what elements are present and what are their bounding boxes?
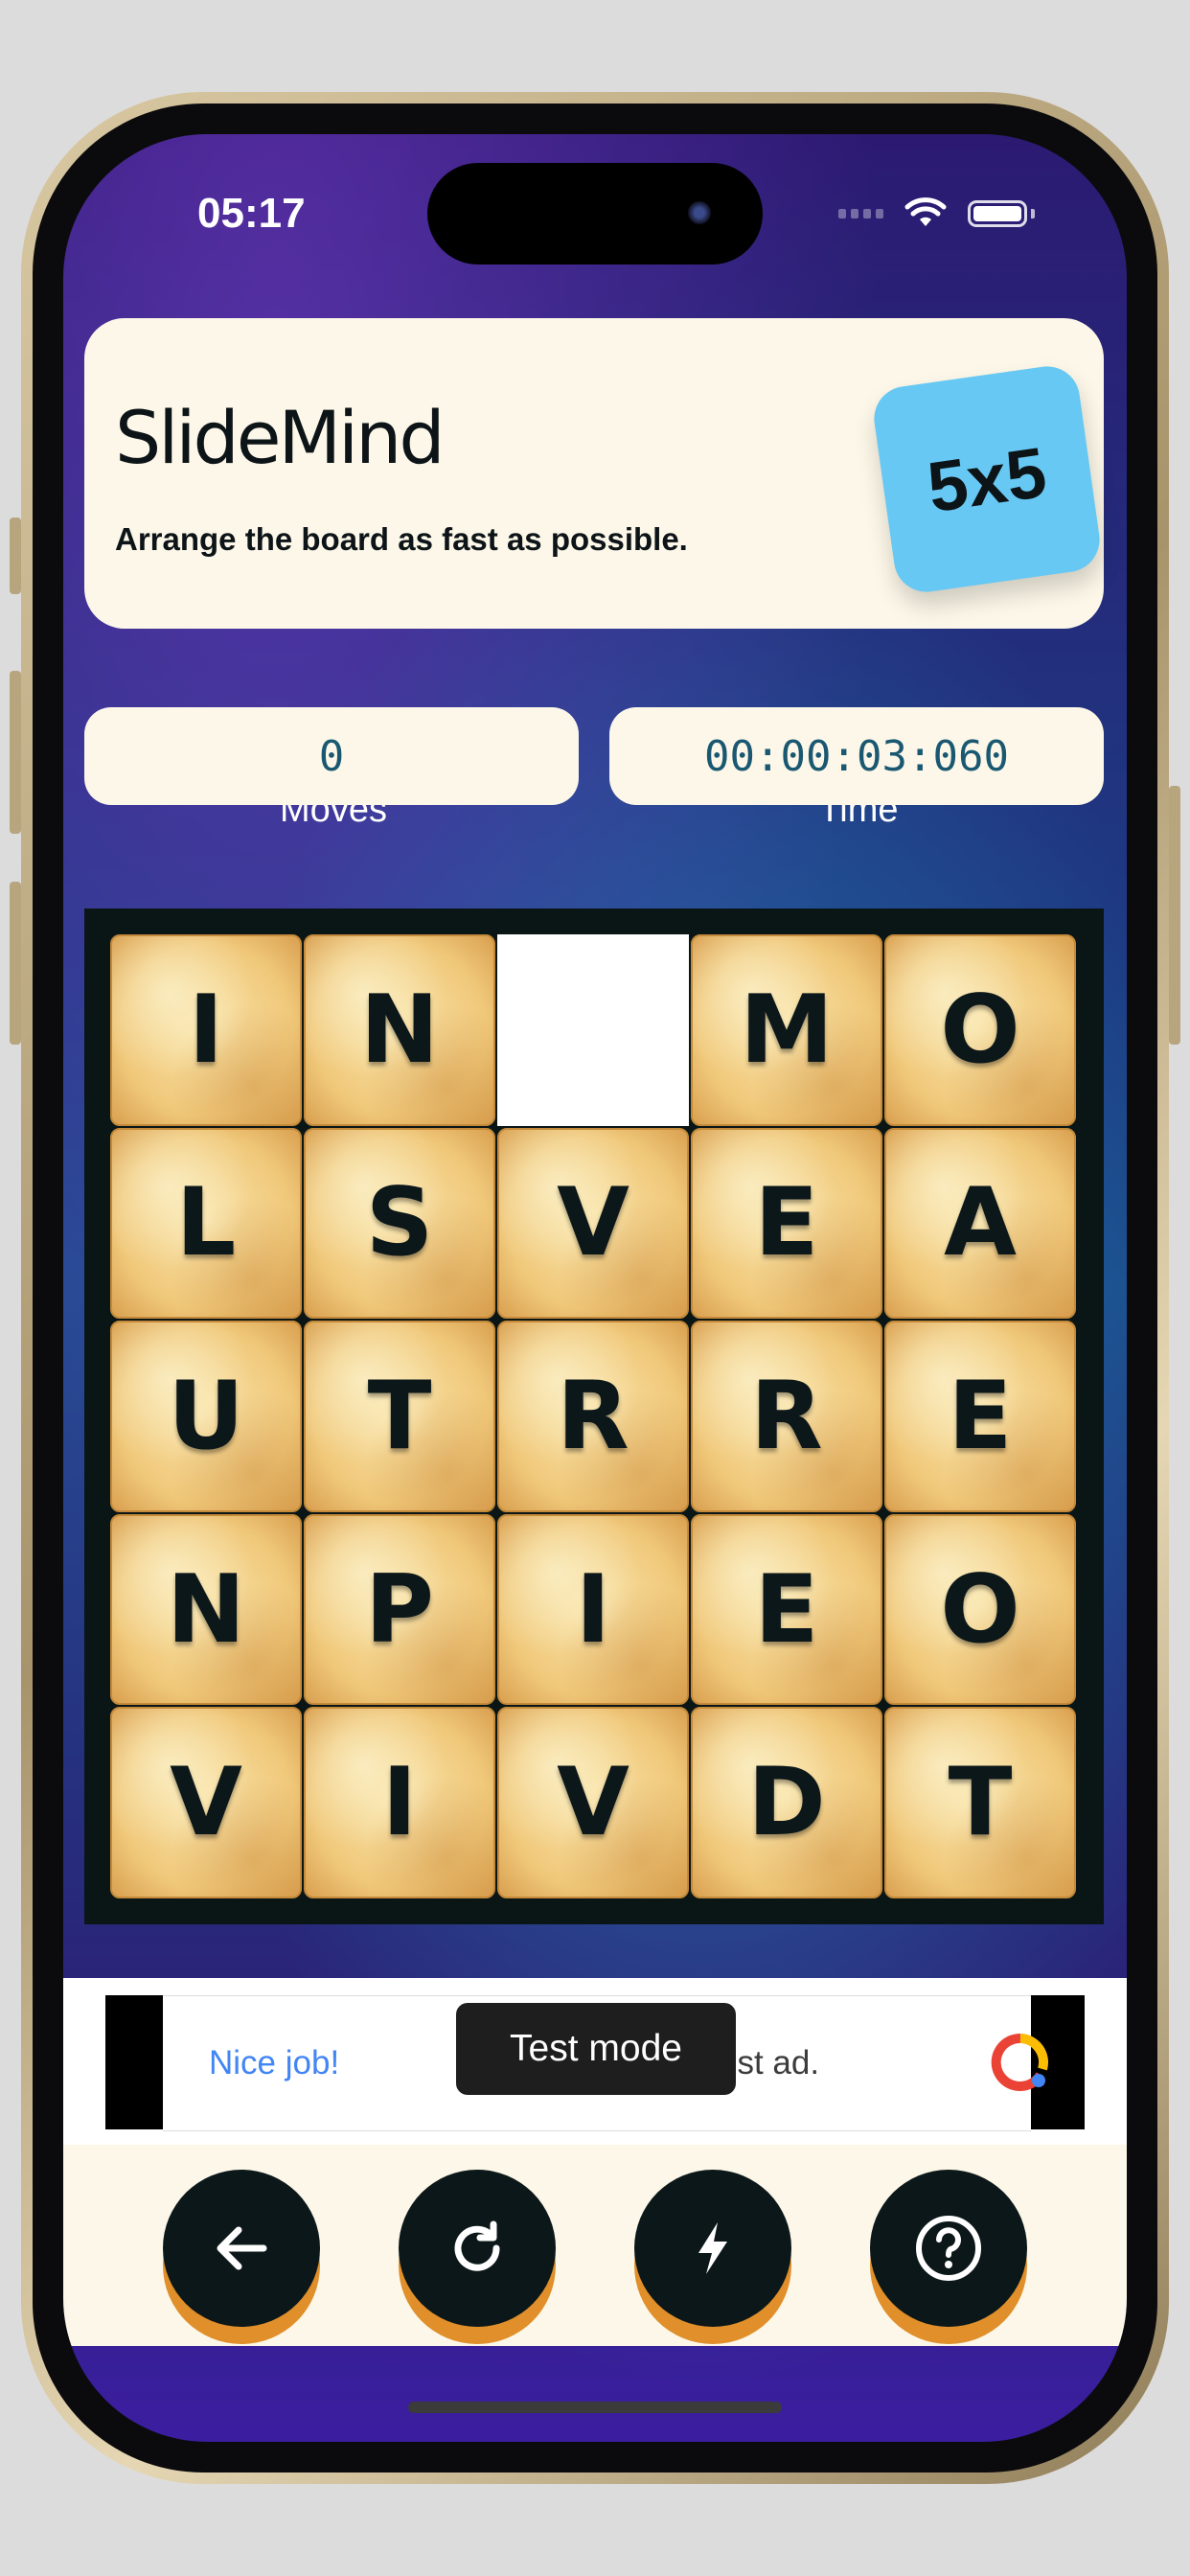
letter-tile[interactable]: R	[691, 1321, 882, 1512]
volume-up-button	[10, 671, 21, 834]
app-screen: 05:17 SlideMind Arrange the board as fas…	[63, 134, 1127, 2442]
question-icon	[916, 2216, 981, 2281]
letter-tile[interactable]: L	[110, 1127, 302, 1320]
arrow-left-icon	[217, 2226, 267, 2270]
lightning-icon	[698, 2222, 727, 2274]
dynamic-island	[427, 163, 763, 264]
battery-cap	[1031, 209, 1035, 218]
empty-slot[interactable]	[497, 934, 689, 1126]
wifi-icon	[904, 197, 947, 226]
letter-tile[interactable]: E	[691, 1513, 882, 1706]
refresh-icon	[454, 2220, 500, 2271]
letter-tile[interactable]: O	[884, 934, 1076, 1126]
back-button[interactable]	[163, 2170, 320, 2327]
puzzle-board: INMOLSVEAUTRRENPIEOVIVDT	[84, 908, 1104, 1924]
letter-tile[interactable]: P	[304, 1513, 495, 1706]
letter-tile[interactable]: M	[691, 934, 882, 1126]
letter-tile[interactable]: T	[884, 1707, 1076, 1898]
cellular-signal-icon	[838, 209, 883, 218]
help-button[interactable]	[870, 2170, 1027, 2327]
ad-border-left	[105, 1995, 163, 2129]
letter-tile[interactable]: E	[691, 1127, 882, 1320]
home-indicator	[408, 2402, 782, 2413]
restart-button[interactable]	[399, 2170, 556, 2327]
time-counter: 00:00:03:060	[609, 707, 1104, 805]
letter-tile[interactable]: N	[304, 934, 495, 1126]
letter-tile[interactable]: O	[884, 1513, 1076, 1706]
letter-tile[interactable]: I	[110, 934, 302, 1126]
letter-tile[interactable]: U	[110, 1321, 302, 1512]
app-title: SlideMind	[115, 395, 446, 480]
test-mode-badge: Test mode	[456, 2003, 736, 2095]
letter-tile[interactable]: E	[884, 1321, 1076, 1512]
board-size-badge: 5x5	[870, 362, 1104, 596]
tile-grid: INMOLSVEAUTRRENPIEOVIVDT	[109, 933, 1077, 1899]
silent-switch	[10, 518, 21, 594]
header-card: SlideMind Arrange the board as fast as p…	[84, 318, 1104, 629]
letter-tile[interactable]: A	[884, 1127, 1076, 1320]
ad-logo-icon	[991, 2033, 1048, 2091]
ad-headline: Nice job!	[209, 2044, 340, 2082]
moves-counter: 0	[84, 707, 579, 805]
subtitle: Arrange the board as fast as possible.	[115, 521, 688, 557]
status-time: 05:17	[197, 190, 306, 237]
letter-tile[interactable]: V	[110, 1707, 302, 1898]
battery-icon	[968, 200, 1027, 227]
letter-tile[interactable]: D	[691, 1707, 882, 1898]
letter-tile[interactable]: T	[304, 1321, 495, 1512]
letter-tile[interactable]: N	[110, 1513, 302, 1706]
camera-icon	[688, 201, 711, 224]
letter-tile[interactable]: V	[497, 1707, 689, 1898]
letter-tile[interactable]: I	[497, 1513, 689, 1706]
volume-down-button	[10, 882, 21, 1045]
power-button	[1169, 786, 1180, 1045]
letter-tile[interactable]: R	[497, 1321, 689, 1512]
letter-tile[interactable]: I	[304, 1707, 495, 1898]
status-icons	[838, 197, 1035, 230]
board-size-label: 5x5	[923, 431, 1051, 527]
letter-tile[interactable]: V	[497, 1127, 689, 1320]
letter-tile[interactable]: S	[304, 1127, 495, 1320]
hint-button[interactable]	[634, 2170, 791, 2327]
